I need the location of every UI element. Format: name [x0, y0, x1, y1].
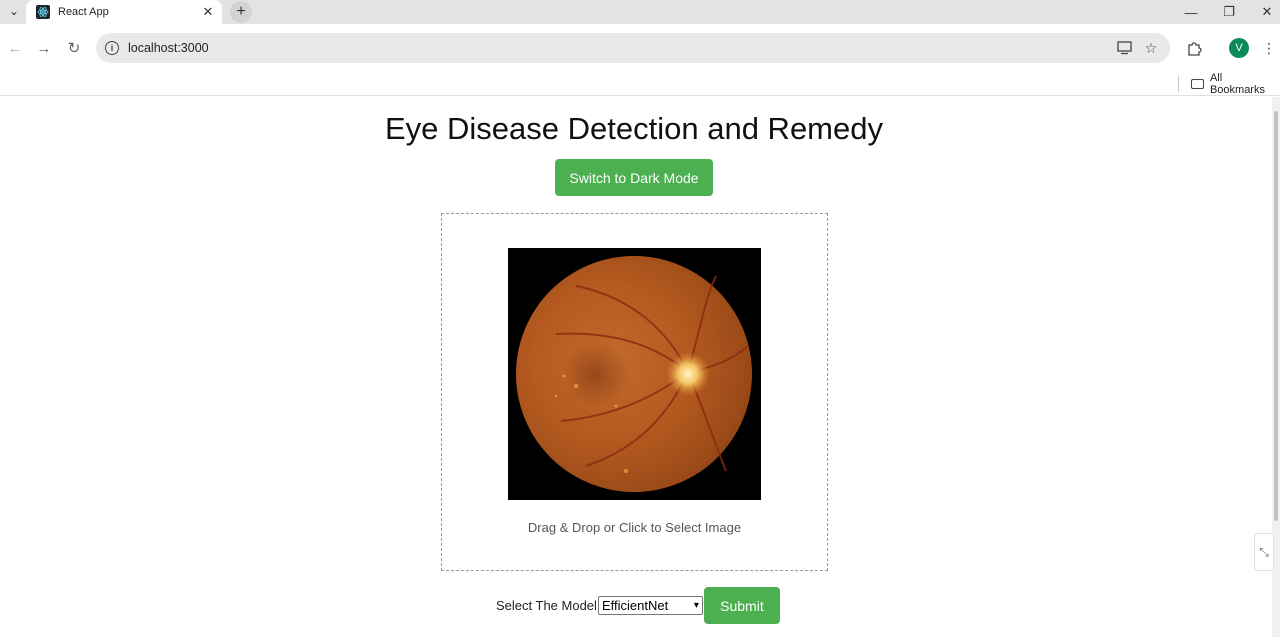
- restore-icon[interactable]: ❐: [1219, 3, 1239, 21]
- model-select-value: EfficientNet: [601, 598, 669, 613]
- address-bar[interactable]: i localhost:3000 ☆: [96, 33, 1170, 63]
- side-panel-toggle-icon[interactable]: ⤡: [1254, 533, 1274, 571]
- avatar[interactable]: V: [1229, 38, 1249, 58]
- star-icon[interactable]: ☆: [1142, 39, 1160, 57]
- dark-mode-toggle-button[interactable]: Switch to Dark Mode: [555, 159, 713, 196]
- tab-strip: ⌄ React App ✕ + — ❐ ✕: [0, 0, 1280, 24]
- browser-tab[interactable]: React App ✕: [26, 0, 222, 24]
- model-select[interactable]: EfficientNet ▾: [597, 596, 703, 615]
- submit-button[interactable]: Submit: [703, 587, 780, 624]
- uploaded-retina-image: [508, 248, 761, 500]
- tab-search-icon[interactable]: ⌄: [6, 3, 22, 19]
- folder-icon: [1191, 79, 1204, 89]
- all-bookmarks-button[interactable]: All Bookmarks: [1191, 72, 1280, 96]
- install-app-icon[interactable]: [1115, 39, 1133, 57]
- tab-title: React App: [58, 6, 109, 18]
- image-dropzone[interactable]: Drag & Drop or Click to Select Image: [441, 213, 828, 571]
- url-text[interactable]: localhost:3000: [128, 41, 209, 55]
- reload-icon[interactable]: ↻: [63, 37, 85, 59]
- bookmarks-divider: [1178, 76, 1179, 92]
- scrollbar-thumb[interactable]: [1274, 111, 1278, 521]
- forward-arrow-icon[interactable]: →: [33, 37, 55, 59]
- browser-toolbar: ← → ↻ i localhost:3000 ☆ V ⋮: [0, 24, 1280, 72]
- all-bookmarks-label: All Bookmarks: [1209, 72, 1265, 96]
- bookmarks-bar: All Bookmarks: [0, 72, 1280, 96]
- close-tab-icon[interactable]: ✕: [200, 4, 216, 20]
- chevron-down-icon: ▾: [693, 600, 699, 611]
- dropzone-hint: Drag & Drop or Click to Select Image: [527, 520, 742, 535]
- model-select-label: Select The Model: [496, 598, 597, 613]
- retina-fundus: [516, 256, 752, 492]
- react-favicon-icon: [36, 5, 50, 19]
- minimize-icon[interactable]: —: [1181, 3, 1201, 21]
- puzzle-icon[interactable]: [1183, 37, 1205, 59]
- new-tab-button[interactable]: +: [230, 1, 252, 23]
- site-info-icon[interactable]: i: [105, 41, 119, 55]
- kebab-menu-icon[interactable]: ⋮: [1258, 37, 1280, 59]
- model-controls: Select The Model EfficientNet ▾ Submit: [496, 587, 780, 624]
- page-content: Eye Disease Detection and Remedy Switch …: [0, 97, 1272, 637]
- close-window-icon[interactable]: ✕: [1257, 3, 1277, 21]
- page-title: Eye Disease Detection and Remedy: [385, 111, 883, 146]
- back-arrow-icon[interactable]: ←: [4, 37, 26, 59]
